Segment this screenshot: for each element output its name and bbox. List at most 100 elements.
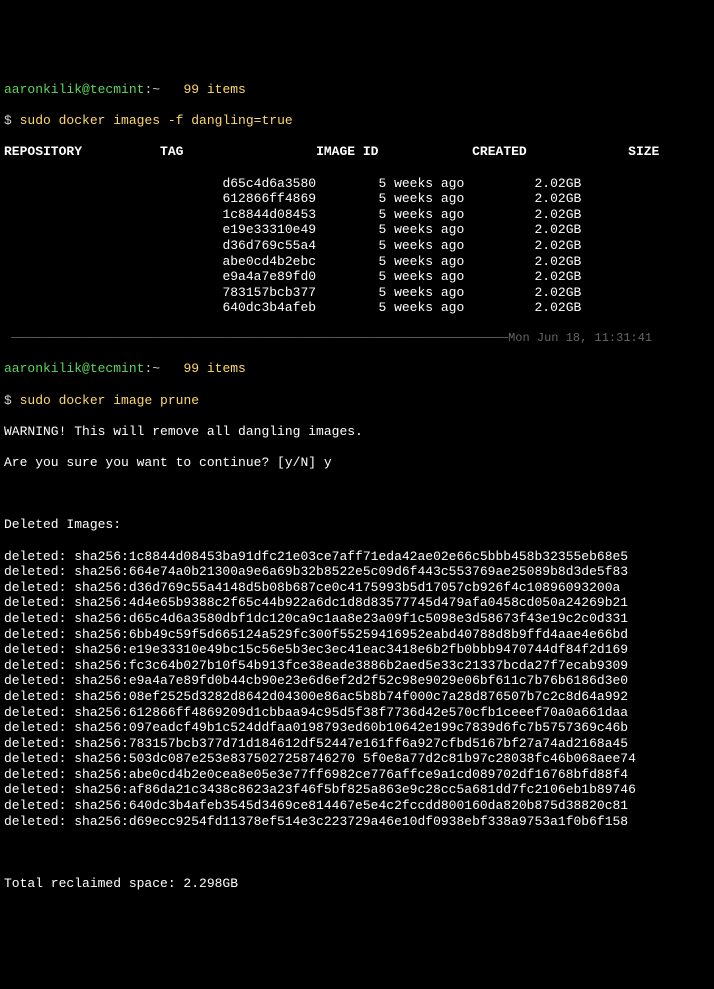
table-row: 1c8844d08453 5 weeks ago 2.02GB [4,207,710,223]
deleted-line: deleted: sha256:08ef2525d3282d8642d04300… [4,689,710,705]
deleted-list: deleted: sha256:1c8844d08453ba91dfc21e03… [4,549,710,830]
cell-repo [4,285,113,300]
command-line-2[interactable]: $ sudo docker image prune [4,393,710,409]
cell-created: 5 weeks ago [378,300,534,315]
prompt-items: 99 items [183,82,245,97]
deleted-line: deleted: sha256:e19e33310e49bc15c56e5b3e… [4,642,710,658]
cell-repo [4,176,113,191]
cell-size: 2.02GB [535,269,582,284]
prompt-userhost: aaronkilik@tecmint [4,361,144,376]
cell-imageid: e19e33310e49 [222,222,378,237]
cell-size: 2.02GB [535,176,582,191]
time-divider: ────────────────────────────────────────… [4,331,710,345]
command-line-1[interactable]: $ sudo docker images -f dangling=true [4,113,710,129]
cell-tag [113,176,222,191]
reclaimed-line: Total reclaimed space: 2.298GB [4,876,710,892]
cell-created: 5 weeks ago [378,191,534,206]
deleted-line: deleted: sha256:abe0cd4b2e0cea8e05e3e77f… [4,767,710,783]
cell-tag [113,207,222,222]
deleted-line: deleted: sha256:6bb49c59f5d665124a529fc3… [4,627,710,643]
deleted-line: deleted: sha256:097eadcf49b1c524ddfaa019… [4,720,710,736]
cell-created: 5 weeks ago [378,254,534,269]
deleted-line: deleted: sha256:640dc3b4afeb3545d3469ce8… [4,798,710,814]
cell-tag [113,269,222,284]
cell-created: 5 weeks ago [378,176,534,191]
header-repo: REPOSITORY [4,144,82,159]
terminal-output: aaronkilik@tecmint:~ 99 items $ sudo doc… [4,66,710,907]
command-text: sudo docker images -f dangling=true [20,113,293,128]
cell-repo [4,207,113,222]
cell-size: 2.02GB [535,222,582,237]
deleted-line: deleted: sha256:4d4e65b9388c2f65c44b922a… [4,595,710,611]
cell-imageid: e9a4a7e89fd0 [222,269,378,284]
timestamp: Mon Jun 18, 11:31:41 [508,331,652,345]
cell-size: 2.02GB [535,254,582,269]
table-row: e19e33310e49 5 weeks ago 2.02GB [4,222,710,238]
cell-size: 2.02GB [535,238,582,253]
cell-created: 5 weeks ago [378,285,534,300]
deleted-line: deleted: sha256:af86da21c3438c8623a23f46… [4,782,710,798]
prompt-dollar: $ [4,393,12,408]
divider-dashes: ────────────────────────────────────────… [4,331,508,345]
cell-created: 5 weeks ago [378,207,534,222]
cell-imageid: d65c4d6a3580 [222,176,378,191]
cell-imageid: 783157bcb377 [222,285,378,300]
cell-imageid: 640dc3b4afeb [222,300,378,315]
cell-tag [113,222,222,237]
cell-tag [113,300,222,315]
table-header: REPOSITORY TAG IMAGE ID CREATED SIZE [4,144,710,160]
deleted-line: deleted: sha256:664e74a0b21300a9e6a69b32… [4,564,710,580]
deleted-line: deleted: sha256:783157bcb377d71d184612df… [4,736,710,752]
cell-created: 5 weeks ago [378,222,534,237]
deleted-line: deleted: sha256:e9a4a7e89fd0b44cb90e23e6… [4,673,710,689]
cell-size: 2.02GB [535,285,582,300]
table-body: d65c4d6a3580 5 weeks ago 2.02GB 612866ff… [4,176,710,316]
table-row: abe0cd4b2ebc 5 weeks ago 2.02GB [4,254,710,270]
header-imageid: IMAGE ID [316,144,378,159]
cell-imageid: abe0cd4b2ebc [222,254,378,269]
prompt-dollar: $ [4,113,12,128]
header-tag: TAG [160,144,183,159]
prompt-path: :~ [144,361,160,376]
prompt-items: 99 items [183,361,245,376]
cell-repo [4,222,113,237]
warning-line: WARNING! This will remove all dangling i… [4,424,710,440]
cell-created: 5 weeks ago [378,269,534,284]
cell-imageid: d36d769c55a4 [222,238,378,253]
header-size: SIZE [628,144,659,159]
header-created: CREATED [472,144,527,159]
cell-imageid: 1c8844d08453 [222,207,378,222]
cell-size: 2.02GB [535,300,582,315]
deleted-line: deleted: sha256:1c8844d08453ba91dfc21e03… [4,549,710,565]
deleted-line: deleted: sha256:fc3c64b027b10f54b913fce3… [4,658,710,674]
deleted-line: deleted: sha256:612866ff4869209d1cbbaa94… [4,705,710,721]
table-row: 783157bcb377 5 weeks ago 2.02GB [4,285,710,301]
prompt-line-1[interactable]: aaronkilik@tecmint:~ 99 items [4,82,710,98]
table-row: d36d769c55a4 5 weeks ago 2.02GB [4,238,710,254]
confirm-line: Are you sure you want to continue? [y/N]… [4,455,710,471]
deleted-line: deleted: sha256:d36d769c55a4148d5b08b687… [4,580,710,596]
cell-imageid: 612866ff4869 [222,191,378,206]
cell-tag [113,191,222,206]
cell-tag [113,238,222,253]
cell-size: 2.02GB [535,207,582,222]
cell-repo [4,238,113,253]
table-row: d65c4d6a3580 5 weeks ago 2.02GB [4,176,710,192]
table-row: 640dc3b4afeb 5 weeks ago 2.02GB [4,300,710,316]
cell-tag [113,254,222,269]
cell-created: 5 weeks ago [378,238,534,253]
cell-repo [4,269,113,284]
table-row: e9a4a7e89fd0 5 weeks ago 2.02GB [4,269,710,285]
prompt-line-2[interactable]: aaronkilik@tecmint:~ 99 items [4,361,710,377]
blank-line [4,486,710,502]
deleted-header: Deleted Images: [4,517,710,533]
deleted-line: deleted: sha256:d65c4d6a3580dbf1dc120ca9… [4,611,710,627]
prompt-path: :~ [144,82,160,97]
cell-repo [4,191,113,206]
cell-size: 2.02GB [535,191,582,206]
cell-repo [4,300,113,315]
prompt-userhost: aaronkilik@tecmint [4,82,144,97]
cell-repo [4,254,113,269]
blank-line [4,845,710,861]
command-text: sudo docker image prune [20,393,199,408]
